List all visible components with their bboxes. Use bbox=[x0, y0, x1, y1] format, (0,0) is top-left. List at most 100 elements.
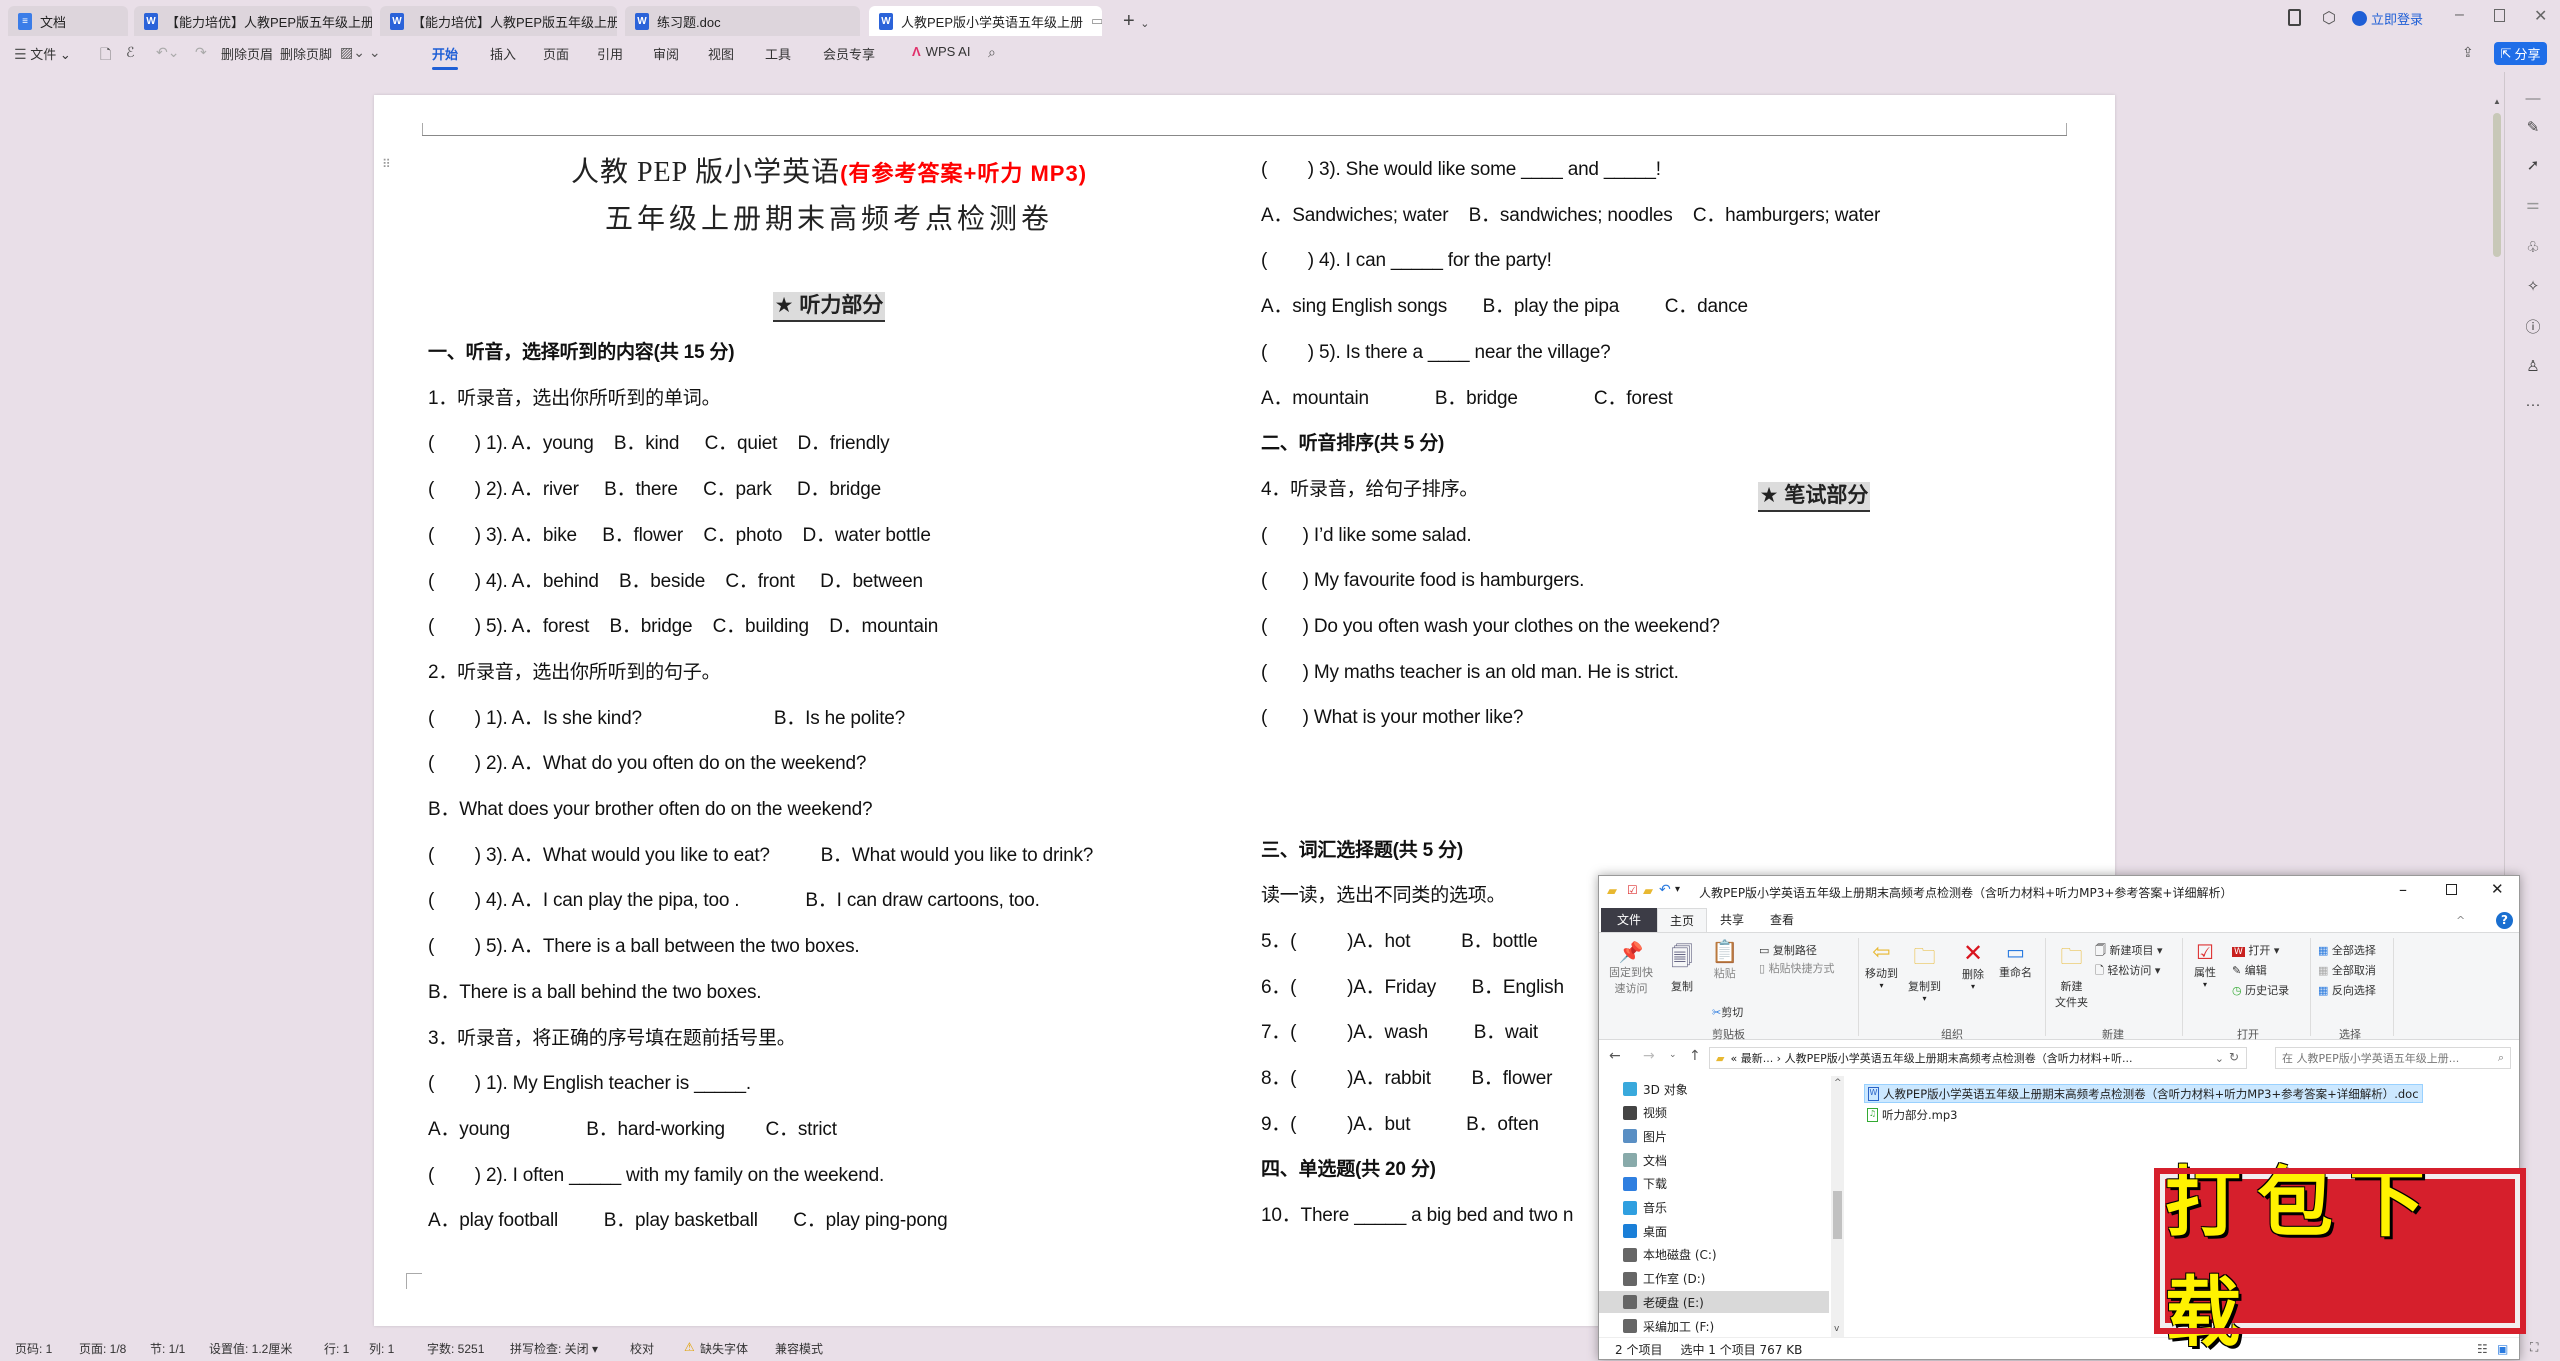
explorer-maximize-button[interactable] bbox=[2446, 884, 2457, 895]
address-dropdown-icon[interactable]: ⌄ bbox=[2215, 1052, 2224, 1065]
invert-selection-button[interactable]: ▦ 反向选择 bbox=[2318, 982, 2376, 998]
cube-icon[interactable]: ⬡ bbox=[2322, 8, 2336, 28]
tab-2[interactable]: W 【能力培优】人教PEP版五年级上册英 bbox=[380, 6, 617, 36]
status-setting[interactable]: 设置值: 1.2厘米 bbox=[209, 1340, 292, 1357]
undo-quick-icon[interactable]: ↶ bbox=[1659, 882, 1671, 898]
select-all-button[interactable]: ▦ 全部选择 bbox=[2318, 942, 2376, 958]
status-pages[interactable]: 页面: 1/8 bbox=[79, 1340, 126, 1357]
file-item[interactable]: W 人教PEP版小学英语五年级上册期末高频考点检测卷（含听力材料+听力MP3+参考… bbox=[1864, 1084, 2423, 1103]
delete-button[interactable]: ✕ 删除 ▾ bbox=[1962, 940, 1984, 991]
search-input[interactable]: 在 人教PEP版小学英语五年级上册... ⌕ bbox=[2275, 1047, 2511, 1069]
status-col[interactable]: 列: 1 bbox=[369, 1340, 394, 1357]
paste-shortcut-button[interactable]: ▯ 粘贴快捷方式 bbox=[1759, 960, 1835, 976]
ribbon-collapse-icon[interactable]: ^ bbox=[2456, 914, 2465, 927]
recent-locations-dropdown[interactable]: ⌄ bbox=[1669, 1050, 1677, 1060]
collapse-icon[interactable]: — bbox=[2522, 90, 2544, 107]
share-button[interactable]: ⇱ 分享 bbox=[2494, 42, 2547, 65]
help-icon[interactable]: ? bbox=[2496, 912, 2513, 929]
wps-ai-button[interactable]: Ʌ WPS AI bbox=[912, 44, 970, 59]
vertical-scrollbar[interactable] bbox=[2493, 113, 2501, 257]
new-folder-button[interactable]: 🗀 新建 文件夹 bbox=[2055, 940, 2088, 1010]
restore-button[interactable] bbox=[2494, 9, 2505, 22]
tab-0[interactable]: ≡ 文档 bbox=[8, 6, 128, 36]
menu-5[interactable]: 视图 bbox=[708, 44, 734, 63]
history-button[interactable]: ◷ 历史记录 bbox=[2232, 982, 2289, 998]
pen-icon[interactable]: ✎ bbox=[2522, 118, 2544, 136]
menu-1[interactable]: 插入 bbox=[490, 44, 516, 63]
close-tab-icon[interactable]: ▭ ✕ bbox=[1091, 13, 1102, 29]
nav-scroll-up[interactable]: ^ bbox=[1834, 1078, 1842, 1088]
address-bar[interactable]: ▰ « 最新... › 人教PEP版小学英语五年级上册期末高频考点检测卷（含听力材… bbox=[1709, 1047, 2247, 1069]
tab-3[interactable]: W 练习题.doc bbox=[625, 6, 860, 36]
cut-button[interactable]: ✂剪切 bbox=[1712, 1004, 1743, 1020]
move-to-button[interactable]: ⇦ 移动到 ▾ bbox=[1865, 940, 1898, 990]
nav-item[interactable]: 本地磁盘 (C:) bbox=[1623, 1244, 1717, 1266]
up-button[interactable]: ↑ bbox=[1689, 1048, 1701, 1064]
explorer-tab-3[interactable]: 查看 bbox=[1757, 908, 1807, 932]
copy-to-button[interactable]: 🗀 复制到 ▾ bbox=[1908, 940, 1941, 1003]
back-button[interactable]: ← bbox=[1609, 1048, 1621, 1064]
theme-icon[interactable]: ♧ bbox=[2522, 238, 2544, 256]
nav-scroll-down[interactable]: v bbox=[1834, 1324, 1839, 1334]
menu-6[interactable]: 工具 bbox=[765, 44, 791, 63]
nav-item[interactable]: 图片 bbox=[1623, 1125, 1667, 1147]
fullscreen-icon[interactable]: ⛶ bbox=[2530, 1340, 2538, 1355]
refresh-button[interactable]: ↻ bbox=[2229, 1050, 2239, 1064]
skin-icon[interactable]: ♙ bbox=[2522, 357, 2544, 375]
copy-path-button[interactable]: ▭ 复制路径 bbox=[1759, 942, 1817, 958]
pin-quick-access-button[interactable]: 📌 固定到快 速访问 bbox=[1609, 940, 1653, 996]
missing-font-button[interactable]: 缺失字体 bbox=[700, 1340, 748, 1357]
easy-access-button[interactable]: 🗋 轻松访问 ▾ bbox=[2095, 962, 2160, 981]
explorer-close-button[interactable]: ✕ bbox=[2491, 880, 2504, 898]
rename-button[interactable]: ▭ 重命名 bbox=[1999, 940, 2032, 980]
minimize-button[interactable]: – bbox=[2455, 6, 2464, 24]
login-button[interactable]: 立即登录 bbox=[2352, 9, 2423, 28]
menu-2[interactable]: 页面 bbox=[543, 44, 569, 63]
nav-item[interactable]: 工作室 (D:) bbox=[1623, 1268, 1705, 1290]
nav-item[interactable]: 视频 bbox=[1623, 1102, 1667, 1124]
tab-4[interactable]: W 人教PEP版小学英语五年级上册 ▭ ✕ bbox=[869, 6, 1102, 36]
explorer-minimize-button[interactable]: – bbox=[2399, 880, 2407, 899]
explorer-tab-1[interactable]: 主页 bbox=[1657, 908, 1707, 932]
magic-wand-icon[interactable]: ✧ bbox=[2522, 277, 2544, 295]
delete-header-button[interactable]: 删除页眉 bbox=[221, 44, 273, 63]
menu-7[interactable]: 会员专享 bbox=[823, 44, 875, 63]
paste-button[interactable]: 📋 粘贴 bbox=[1711, 940, 1738, 981]
spell-check-dropdown[interactable]: 拼写检查: 关闭 ▾ bbox=[510, 1340, 598, 1357]
status-word-count[interactable]: 字数: 5251 bbox=[427, 1340, 484, 1357]
cloud-upload-icon[interactable]: ⇪ bbox=[2462, 44, 2474, 61]
menu-3[interactable]: 引用 bbox=[597, 44, 623, 63]
nav-item[interactable]: 3D 对象 bbox=[1623, 1078, 1688, 1100]
scroll-up-arrow[interactable]: ▲ bbox=[2493, 97, 2501, 106]
edit-button[interactable]: ✎ 编辑 bbox=[2232, 962, 2267, 978]
new-tab-button[interactable]: + ⌄ bbox=[1123, 10, 1149, 33]
status-section[interactable]: 节: 1/1 bbox=[150, 1340, 185, 1357]
copy-button[interactable]: 🗐 复制 bbox=[1671, 940, 1693, 994]
file-item[interactable]: ♫ 听力部分.mp3 bbox=[1864, 1105, 1960, 1124]
proofread-button[interactable]: 校对 bbox=[630, 1340, 654, 1357]
nav-item[interactable]: 采编加工 (F:) bbox=[1623, 1315, 1714, 1337]
explorer-tab-0[interactable]: 文件 bbox=[1601, 908, 1657, 932]
search-icon[interactable]: ⌕ bbox=[988, 44, 996, 61]
nav-item[interactable]: 文档 bbox=[1623, 1149, 1667, 1171]
quick-access-dropdown[interactable]: ▾ bbox=[1675, 884, 1680, 895]
nav-scrollbar-thumb[interactable] bbox=[1833, 1191, 1842, 1239]
nav-item[interactable]: 桌面 bbox=[1623, 1220, 1667, 1242]
device-icon[interactable] bbox=[2288, 9, 2301, 26]
tab-1[interactable]: W 【能力培优】人教PEP版五年级上册英 bbox=[134, 6, 372, 36]
more-icon[interactable]: ··· bbox=[2522, 396, 2544, 413]
properties-button[interactable]: ☑ 属性 ▾ bbox=[2194, 940, 2216, 989]
status-page-code[interactable]: 页码: 1 bbox=[15, 1340, 52, 1357]
menu-4[interactable]: 审阅 bbox=[653, 44, 679, 63]
menu-0[interactable]: 开始 bbox=[432, 44, 459, 70]
open-button[interactable]: W 打开 ▾ bbox=[2232, 942, 2279, 958]
sliders-icon[interactable]: ⚌ bbox=[2522, 195, 2544, 213]
new-folder-quick-icon[interactable]: ▰ bbox=[1643, 884, 1653, 899]
border-icon[interactable]: ▨⌄ ⌄ bbox=[340, 44, 381, 61]
explorer-tab-2[interactable]: 共享 bbox=[1707, 908, 1757, 932]
cursor-icon[interactable]: ➚ bbox=[2522, 156, 2544, 174]
help-icon[interactable]: ⓘ bbox=[2522, 316, 2544, 337]
status-row[interactable]: 行: 1 bbox=[324, 1340, 349, 1357]
delete-footer-button[interactable]: 删除页脚 bbox=[280, 44, 332, 63]
nav-item[interactable]: 老硬盘 (E:) bbox=[1599, 1291, 1829, 1314]
